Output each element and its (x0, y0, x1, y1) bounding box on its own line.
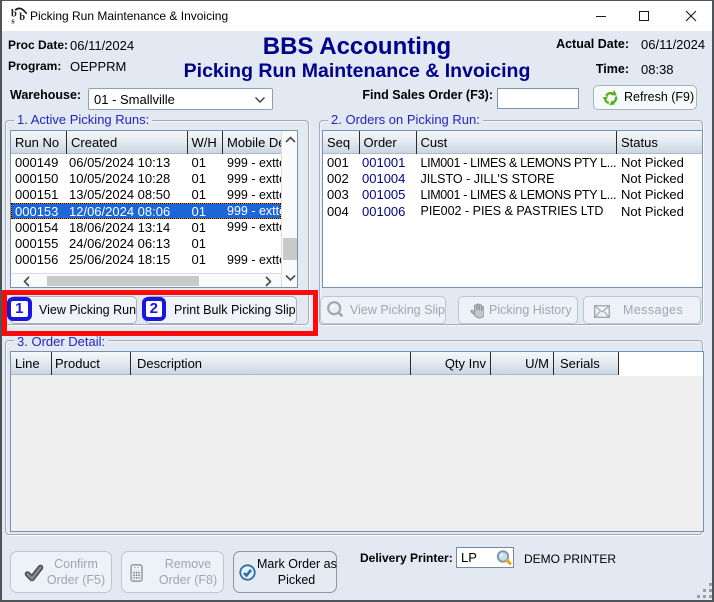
svg-text:b: b (19, 12, 25, 23)
